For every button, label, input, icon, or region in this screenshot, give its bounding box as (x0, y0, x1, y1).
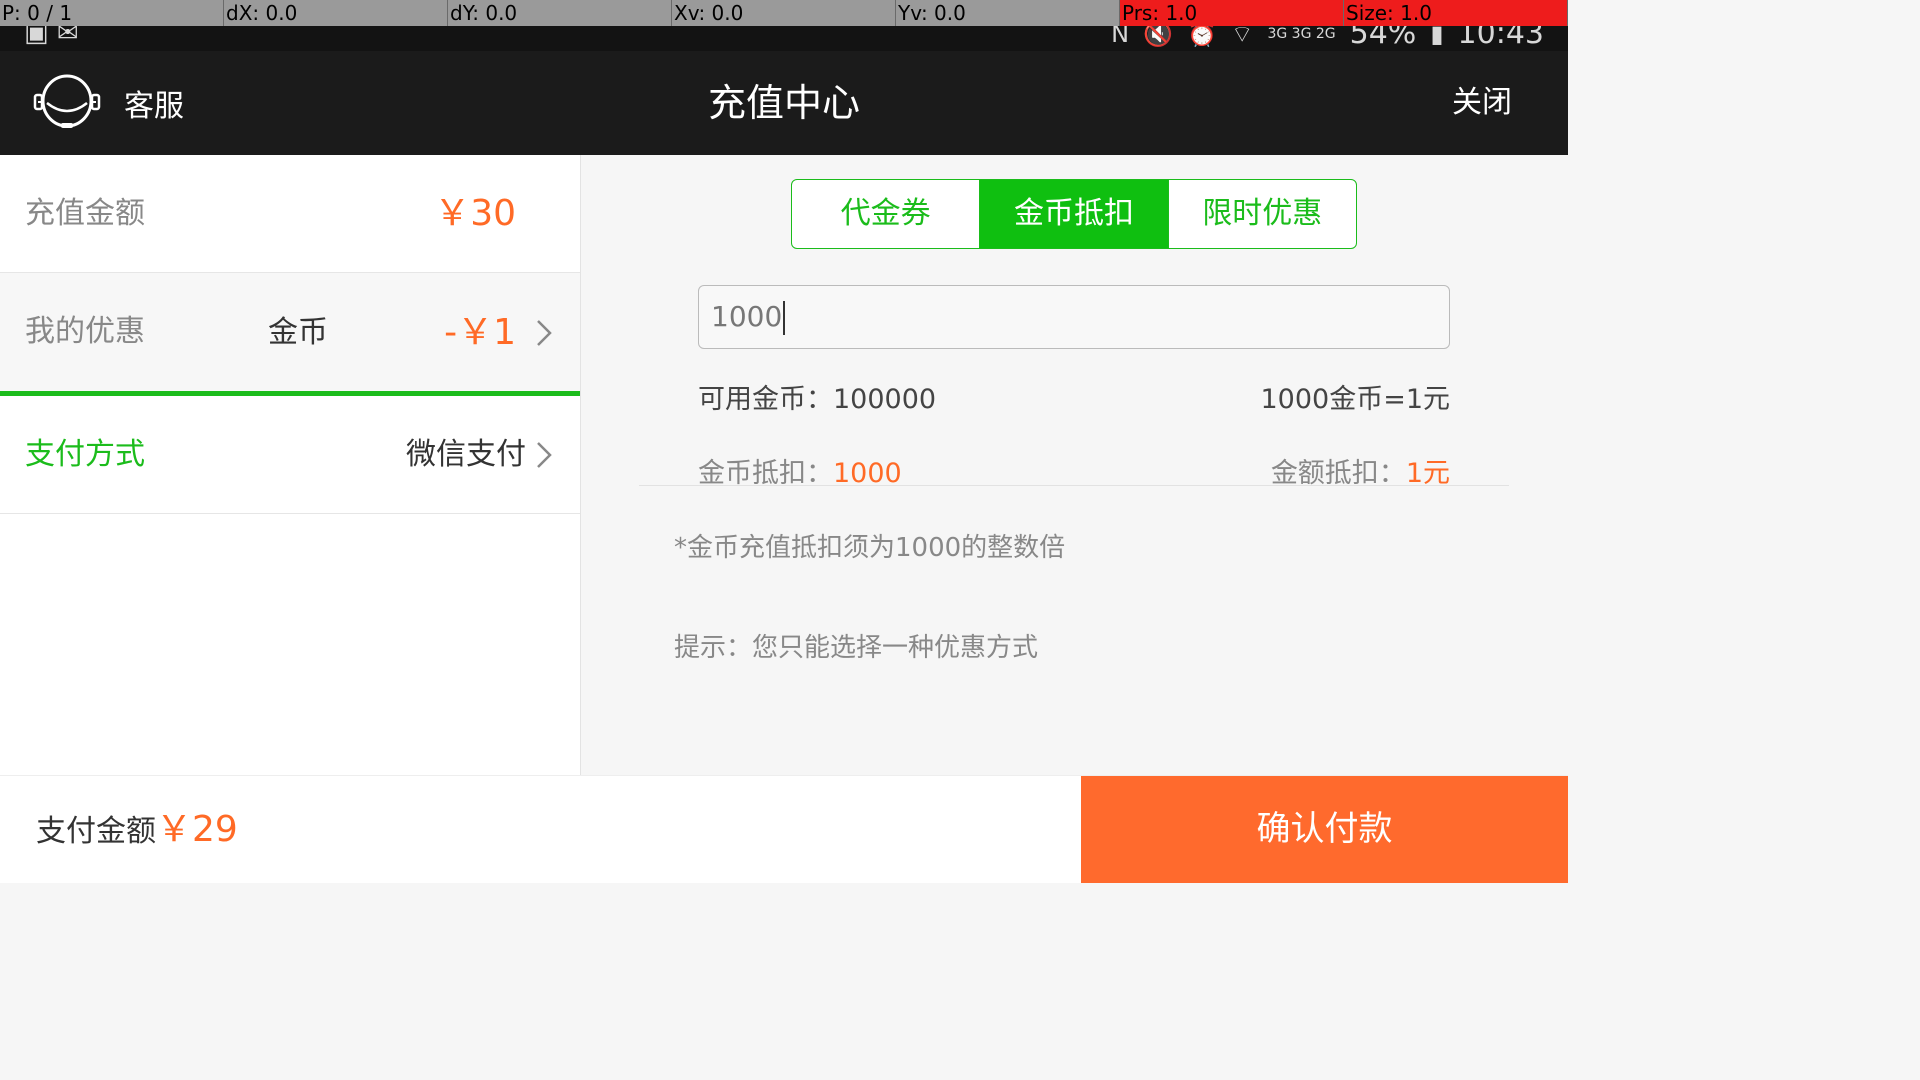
recharge-amount-label: 充值金额 (25, 196, 145, 231)
payment-method-row[interactable]: 支付方式 微信支付 (0, 396, 580, 514)
divider (639, 485, 1509, 486)
coin-input-value: 1000 (711, 300, 783, 333)
overlay-pointer: P: 0 / 1 (0, 0, 224, 26)
customer-service-label: 客服 (124, 89, 184, 124)
single-discount-hint: 提示：您只能选择一种优惠方式 (674, 633, 1039, 663)
recharge-amount-value: ￥30 (434, 193, 516, 234)
tab-limited-offer[interactable]: 限时优惠 (1169, 180, 1356, 248)
headset-icon (33, 74, 101, 128)
discount-tabs: 代金券 金币抵扣 限时优惠 (791, 179, 1357, 249)
text-cursor (783, 301, 786, 335)
my-discount-label: 我的优惠 (25, 314, 145, 349)
page-title: 充值中心 (707, 81, 860, 125)
overlay-xv: Xv: 0.0 (672, 0, 896, 26)
notification-icons: ▣ ✉ (24, 26, 79, 48)
chevron-right-icon (537, 320, 552, 346)
overlay-yv: Yv: 0.0 (896, 0, 1120, 26)
available-coins: 可用金币：100000 (698, 377, 936, 416)
status-bar: ▣ ✉ N 🔇 ⏰ ⌔ 3G 3G 2G 54% ▮ 10:43 (0, 26, 1568, 51)
coin-rule-note: *金币充值抵扣须为1000的整数倍 (674, 533, 1066, 563)
overlay-dx: dX: 0.0 (224, 0, 448, 26)
tab-coin-deduction[interactable]: 金币抵扣 (980, 180, 1169, 248)
battery-icon: ▮ (1430, 26, 1444, 48)
exchange-rate: 1000金币=1元 (1260, 384, 1450, 415)
discount-type: 金币 (268, 315, 328, 350)
pointer-location-overlay: P: 0 / 1 dX: 0.0 dY: 0.0 Xv: 0.0 Yv: 0.0… (0, 0, 1568, 26)
payment-method-label: 支付方式 (25, 437, 145, 472)
alarm-icon: ⏰ (1187, 26, 1217, 48)
overlay-dy: dY: 0.0 (448, 0, 672, 26)
discount-detail-panel: 代金券 金币抵扣 限时优惠 1000 可用金币：100000 1000金币=1元… (581, 155, 1568, 775)
chevron-right-icon (537, 442, 552, 468)
status-icons: N 🔇 ⏰ ⌔ 3G 3G 2G 54% ▮ 10:43 (1111, 26, 1544, 51)
payment-total-value: ￥29 (156, 809, 238, 850)
my-discount-row[interactable]: 我的优惠 金币 -￥1 (0, 273, 580, 393)
payment-total: 支付金额￥29 (36, 776, 238, 885)
customer-service-button[interactable]: 客服 (32, 51, 184, 155)
close-button[interactable]: 关闭 (1452, 51, 1512, 155)
wifi-icon: ⌔ (1230, 26, 1254, 48)
mute-icon: 🔇 (1143, 26, 1173, 48)
coin-amount-input[interactable]: 1000 (698, 285, 1450, 349)
network-label: 3G 3G 2G (1267, 26, 1336, 42)
recharge-amount-row: 充值金额 ￥30 (0, 155, 580, 273)
tab-voucher[interactable]: 代金券 (792, 180, 981, 248)
overlay-prs: Prs: 1.0 (1120, 0, 1344, 26)
nfc-icon: N (1111, 26, 1130, 48)
top-app-bar: 客服 充值中心 关闭 (0, 51, 1568, 155)
payment-total-label: 支付金额 (36, 814, 156, 849)
battery-percent: 54% (1349, 26, 1417, 51)
available-coins-label: 可用金币： (698, 384, 833, 415)
payment-method-value: 微信支付 (406, 437, 526, 472)
order-summary-panel: 充值金额 ￥30 我的优惠 金币 -￥1 支付方式 微信支付 (0, 155, 581, 775)
discount-value: -￥1 (444, 312, 516, 353)
confirm-payment-button[interactable]: 确认付款 (1081, 776, 1568, 883)
overlay-size: Size: 1.0 (1344, 0, 1568, 26)
bottom-bar: 支付金额￥29 确认付款 (0, 775, 1568, 883)
clock: 10:43 (1457, 26, 1544, 51)
available-coins-value: 100000 (833, 384, 937, 415)
